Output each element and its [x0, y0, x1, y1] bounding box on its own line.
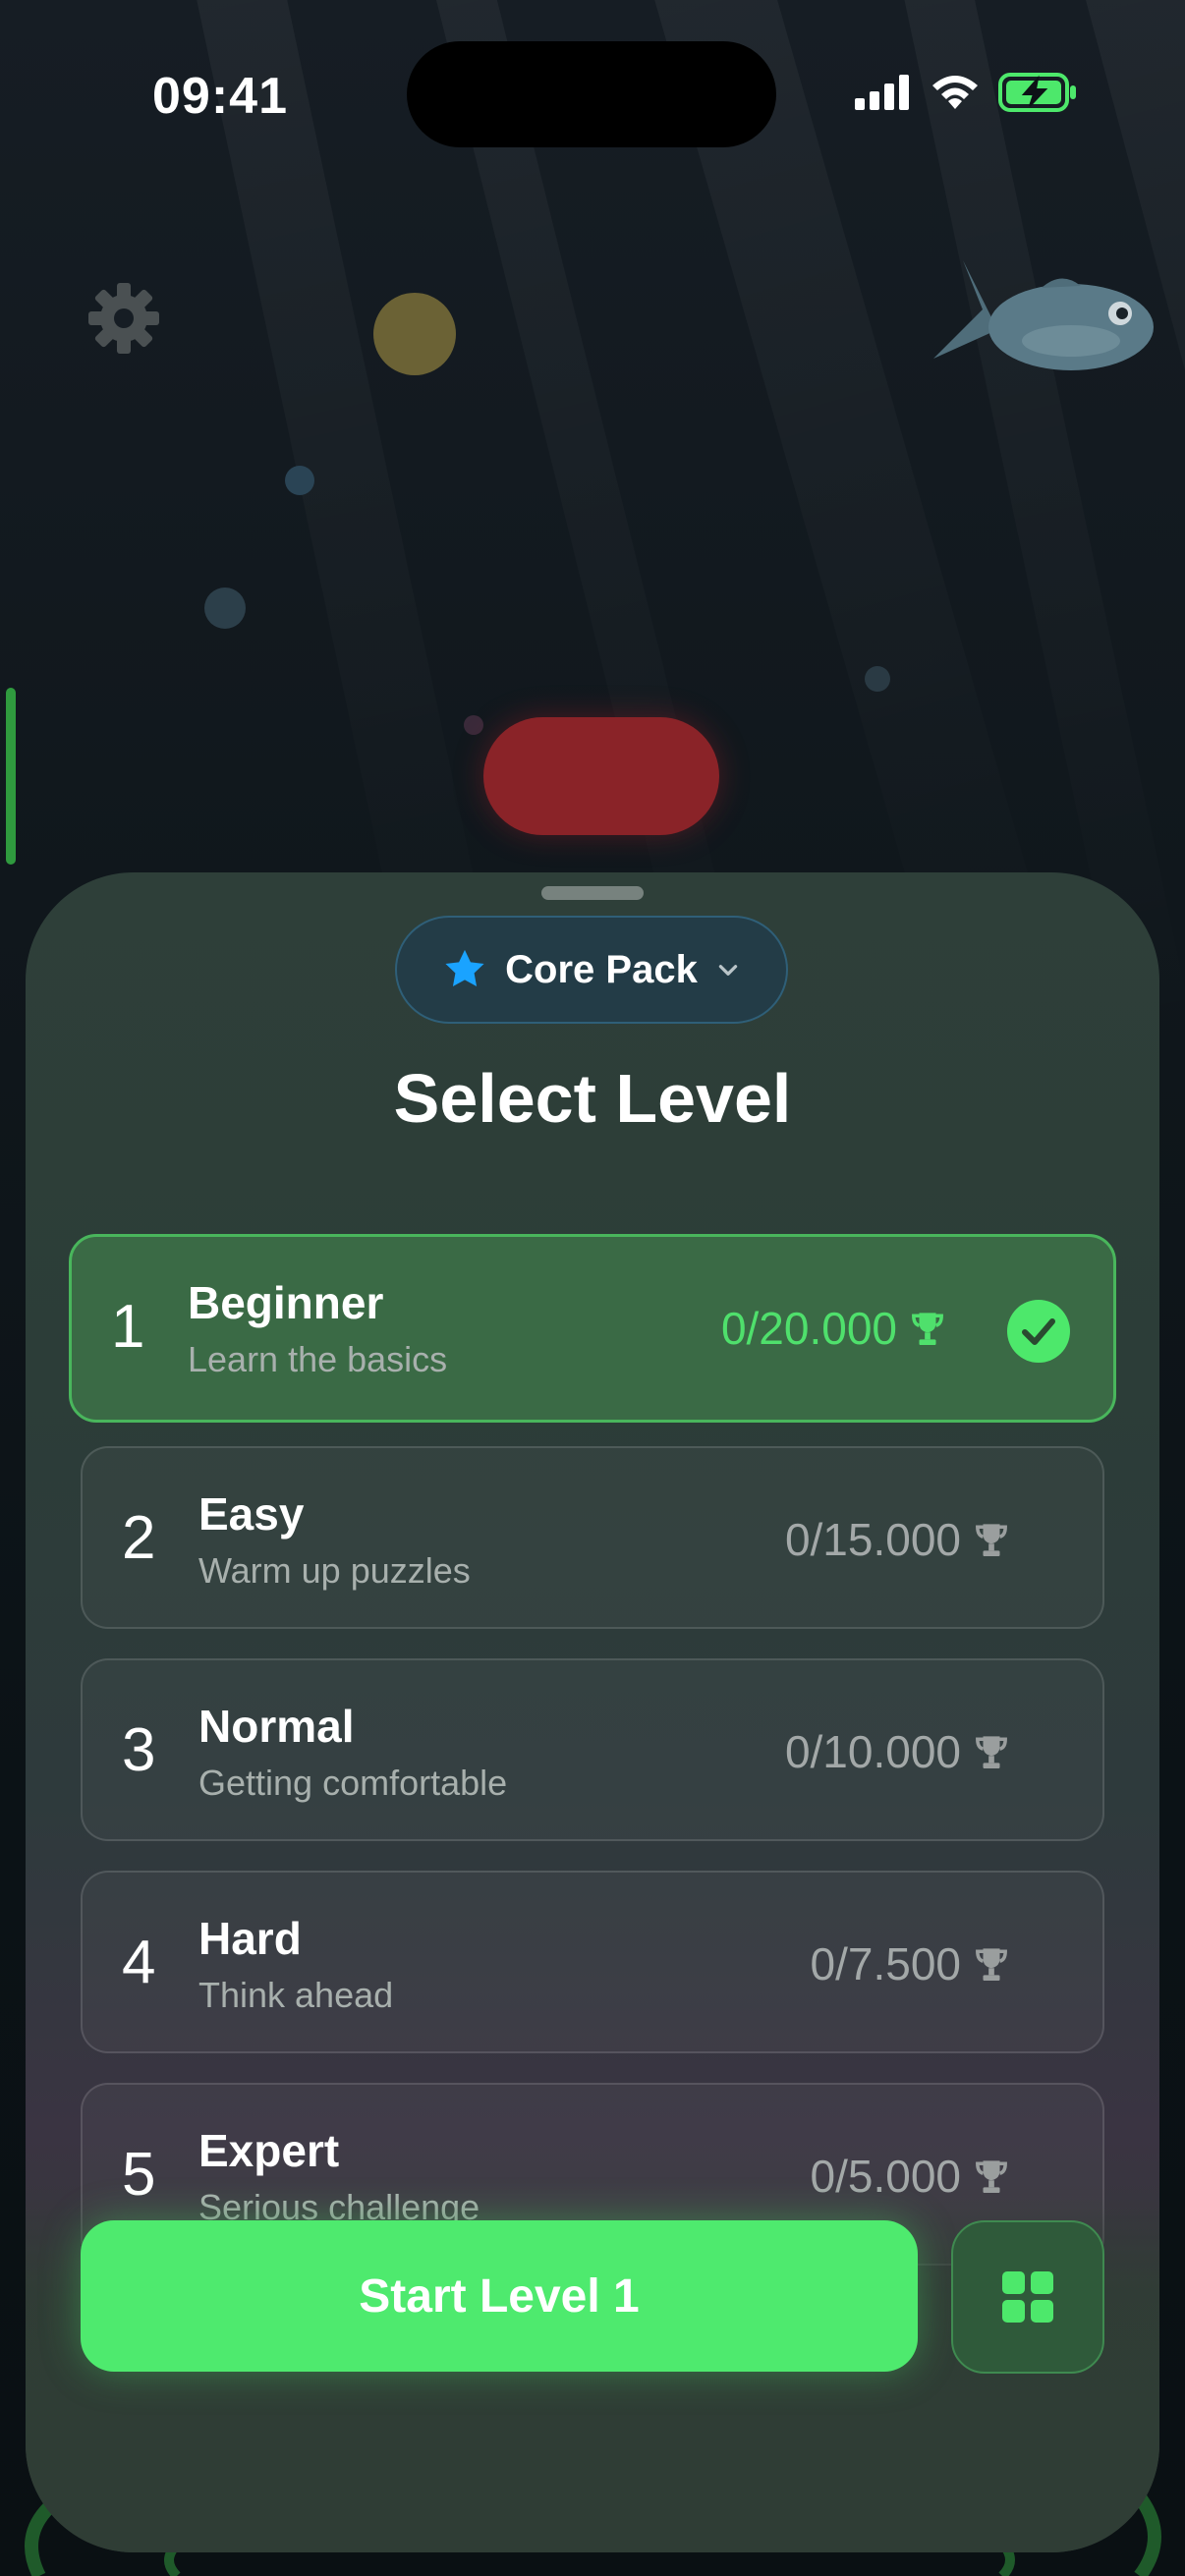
trophy-icon	[976, 1948, 1007, 1981]
status-time: 09:41	[152, 68, 288, 125]
start-level-button[interactable]: Start Level 1	[81, 2220, 918, 2372]
battery-charging-icon	[998, 73, 1076, 112]
trophy-icon	[912, 1313, 943, 1345]
bubble	[373, 293, 456, 375]
level-score: 0/5.000	[811, 2150, 1008, 2203]
level-row-2[interactable]: 2 Easy Warm up puzzles 0/15.000	[81, 1446, 1104, 1629]
level-score-text: 0/15.000	[784, 1514, 961, 1565]
level-score: 0/10.000	[785, 1725, 1008, 1778]
level-score-text: 0/5.000	[810, 2151, 961, 2202]
level-number: 1	[111, 1293, 145, 1361]
level-description: Warm up puzzles	[198, 1550, 471, 1591]
level-score-text: 0/7.500	[810, 1938, 961, 1989]
level-row-1[interactable]: 1 Beginner Learn the basics 0/20.000	[69, 1234, 1116, 1423]
level-name: Expert	[198, 2125, 340, 2176]
wifi-icon	[932, 76, 978, 109]
level-score-text: 0/10.000	[784, 1726, 961, 1777]
trophy-icon	[976, 1736, 1007, 1768]
level-row-3[interactable]: 3 Normal Getting comfortable 0/10.000	[81, 1658, 1104, 1841]
level-number: 4	[122, 1929, 156, 1996]
trophy-icon	[976, 1524, 1007, 1556]
bubble	[865, 666, 890, 692]
level-grid-button[interactable]	[951, 2220, 1104, 2374]
level-description: Think ahead	[198, 1975, 394, 2015]
level-name: Beginner	[188, 1277, 384, 1328]
level-description: Learn the basics	[188, 1339, 448, 1379]
edge-indicator	[6, 688, 16, 865]
bubble	[464, 715, 483, 735]
chevron-down-icon	[718, 965, 738, 976]
level-number: 2	[122, 1504, 156, 1572]
pack-label: Core Pack	[505, 947, 698, 991]
sheet-grabber[interactable]	[541, 886, 644, 900]
star-icon	[445, 949, 484, 987]
grid-icon	[1002, 2271, 1053, 2323]
level-number: 3	[122, 1716, 156, 1784]
bubble	[285, 466, 314, 495]
fish-icon	[933, 260, 1154, 370]
level-name: Easy	[198, 1488, 305, 1540]
level-score-text: 0/20.000	[720, 1303, 897, 1354]
level-select-sheet: Core Pack Select Level 1 Beginner Learn …	[26, 872, 1159, 2552]
red-block	[483, 717, 719, 835]
level-description: Getting comfortable	[198, 1763, 508, 1803]
level-score: 0/15.000	[785, 1513, 1008, 1566]
page-title: Select Level	[393, 1060, 792, 1137]
level-score: 0/7.500	[811, 1937, 1008, 1990]
signal-icon	[855, 75, 909, 110]
bubble	[204, 588, 246, 629]
pack-selector[interactable]: Core Pack	[395, 916, 788, 1024]
selected-check-icon	[1007, 1300, 1070, 1363]
trophy-icon	[976, 2160, 1007, 2193]
level-name: Hard	[198, 1913, 302, 1964]
status-icons	[855, 73, 1079, 112]
level-score: 0/20.000	[721, 1302, 944, 1355]
gear-icon[interactable]	[86, 281, 161, 356]
dynamic-island	[407, 41, 776, 147]
game-screen: 09:41 Core Pack Select Level 1 Beginner …	[0, 0, 1185, 2576]
status-bar: 09:41	[0, 0, 1185, 147]
level-name: Normal	[198, 1701, 355, 1752]
level-row-4[interactable]: 4 Hard Think ahead 0/7.500	[81, 1871, 1104, 2053]
